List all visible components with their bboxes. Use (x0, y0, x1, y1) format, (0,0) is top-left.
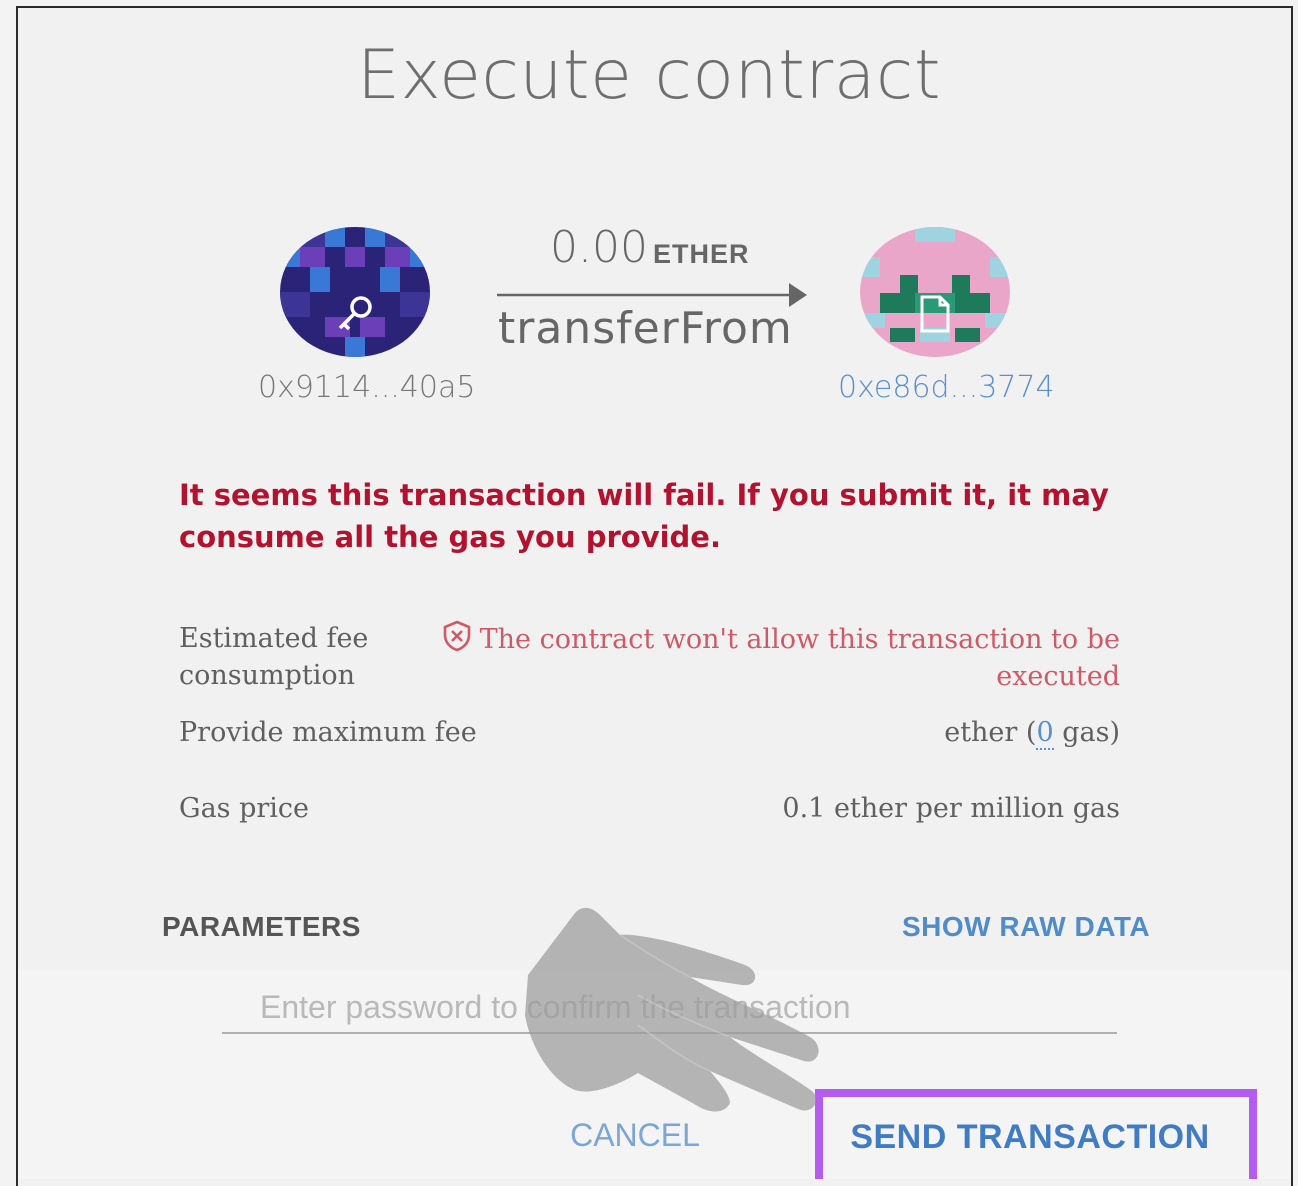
max-fee-suffix: gas) (1053, 717, 1120, 748)
document-icon (920, 295, 950, 333)
password-input[interactable] (222, 982, 1117, 1034)
estimated-fee-value: The contract won't allow this transactio… (440, 620, 1120, 695)
shield-alert-icon (443, 620, 470, 652)
key-icon (338, 296, 372, 331)
failure-warning: It seems this transaction will fail. If … (179, 478, 1109, 554)
max-fee-gas-input[interactable]: 0 (1036, 717, 1054, 750)
transfer-unit: ETHER (653, 239, 750, 269)
contract-method: transferFrom (498, 303, 793, 354)
from-address: 0x9114...40a5 (258, 370, 476, 405)
dialog-title: Execute contract (357, 36, 941, 115)
show-raw-data-link[interactable]: SHOW RAW DATA (902, 911, 1150, 943)
max-fee-value: ether (0 gas) (944, 714, 1120, 751)
gas-price-label: Gas price (179, 793, 310, 824)
max-fee-label: Provide maximum fee (179, 717, 477, 748)
gas-price-value: 0.1 ether per million gas (782, 793, 1120, 824)
send-transaction-button[interactable]: SEND TRANSACTION (830, 1110, 1230, 1164)
estimated-fee-label: Estimated fee consumption (179, 623, 369, 691)
parameters-heading: PARAMETERS (162, 911, 361, 942)
fee-error-text: The contract won't allow this transactio… (479, 624, 1120, 692)
to-contract-identicon (860, 227, 1010, 357)
cancel-button[interactable]: CANCEL (560, 1110, 710, 1160)
to-address-link[interactable]: 0xe86d...3774 (838, 370, 1055, 405)
max-fee-prefix: ether ( (944, 717, 1037, 748)
transfer-amount: 0.00 (550, 222, 648, 273)
